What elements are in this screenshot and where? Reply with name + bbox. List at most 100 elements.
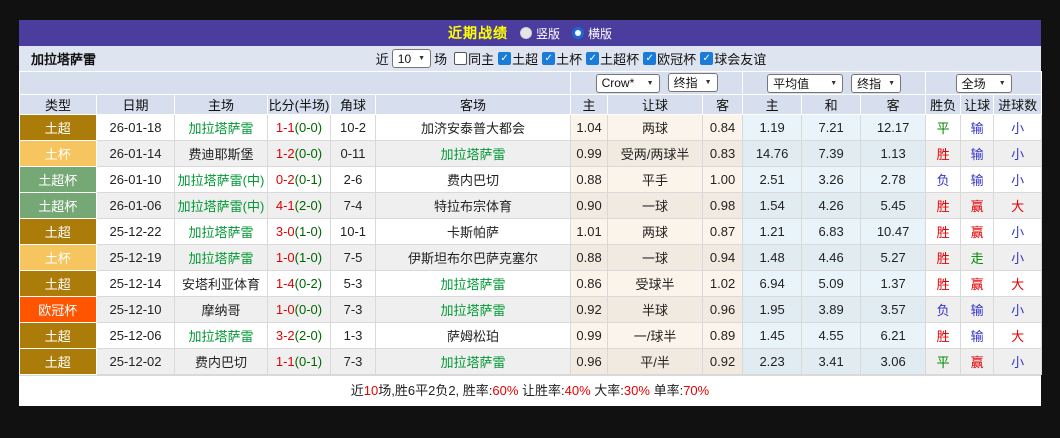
- checkbox-unchecked-icon[interactable]: [454, 52, 468, 65]
- handicap-stage-value: 终指: [673, 76, 698, 91]
- avg-home-odds: 1.45: [742, 322, 803, 349]
- away-team-link[interactable]: 特拉布宗体育: [375, 192, 572, 219]
- average-select[interactable]: 平均值 ▼: [767, 73, 844, 93]
- league-type-badge: 土杯: [19, 140, 97, 167]
- checkbox-checked-icon[interactable]: ✓: [586, 52, 600, 65]
- games-count-select[interactable]: 10 ▼: [391, 49, 432, 68]
- avg-draw-odds: 3.89: [801, 296, 862, 323]
- filter-checkbox-土杯[interactable]: ✓ 土杯: [542, 49, 582, 68]
- home-team-link[interactable]: 费内巴切: [174, 348, 268, 375]
- handicap-away-odds: 0.87: [702, 218, 744, 245]
- handicap-line: 两球: [607, 218, 704, 245]
- handicap-result: 赢: [960, 192, 995, 219]
- away-team-link[interactable]: 加济安泰普大都会: [375, 114, 572, 141]
- handicap-away-odds: 0.94: [702, 244, 744, 271]
- goals-result: 小: [993, 348, 1043, 375]
- avg-home-odds: 6.94: [742, 270, 803, 297]
- score-cell: 1-0(1-0): [267, 244, 331, 271]
- checkbox-checked-icon[interactable]: ✓: [700, 52, 714, 65]
- handicap-line: 半球: [607, 296, 704, 323]
- league-type-badge: 土超杯: [19, 192, 97, 219]
- score-cell: 1-1(0-0): [267, 114, 331, 141]
- checkbox-checked-icon[interactable]: ✓: [498, 52, 512, 65]
- home-team-link[interactable]: 摩纳哥: [174, 296, 268, 323]
- away-team-link[interactable]: 伊斯坦布尔巴萨克塞尔: [375, 244, 572, 271]
- home-team-link[interactable]: 加拉塔萨雷: [174, 218, 268, 245]
- radio-checked-icon[interactable]: [572, 27, 584, 39]
- chevron-down-icon: ▼: [998, 79, 1006, 87]
- bookmaker-select[interactable]: Crow* ▼: [595, 73, 660, 93]
- scope-select[interactable]: 全场 ▼: [955, 73, 1012, 93]
- header-handicap-line: 让球: [607, 94, 704, 115]
- average-select-value: 平均值: [773, 76, 810, 91]
- full-time-score: 1-1: [275, 354, 295, 369]
- full-time-score: 1-4: [275, 276, 295, 291]
- corner-count: 0-11: [330, 140, 376, 167]
- full-time-score: 4-1: [275, 198, 295, 213]
- avg-home-odds: 1.19: [742, 114, 803, 141]
- header-avg-away: 客: [860, 94, 927, 115]
- avg-away-odds: 12.17: [860, 114, 927, 141]
- home-team-link[interactable]: 加拉塔萨雷: [174, 322, 268, 349]
- away-team-link[interactable]: 萨姆松珀: [375, 322, 572, 349]
- handicap-stage-select[interactable]: 终指 ▼: [667, 73, 718, 93]
- header-avg-draw: 和: [801, 94, 862, 115]
- filter-checkbox-欧冠杯[interactable]: ✓ 欧冠杯: [643, 49, 696, 68]
- handicap-away-odds: 0.83: [702, 140, 744, 167]
- checkbox-checked-icon[interactable]: ✓: [643, 52, 657, 65]
- handicap-line: 受两/两球半: [607, 140, 704, 167]
- goals-result: 小: [993, 114, 1043, 141]
- header-score: 比分(半场): [267, 94, 331, 115]
- chevron-down-icon: ▼: [418, 55, 426, 62]
- avg-draw-odds: 5.09: [801, 270, 862, 297]
- page-title: 近期战绩: [447, 25, 508, 41]
- match-date: 25-12-22: [96, 218, 175, 245]
- handicap-line: 一球: [607, 192, 704, 219]
- filter-checkbox-土超杯[interactable]: ✓ 土超杯: [586, 49, 639, 68]
- corner-count: 7-3: [330, 348, 376, 375]
- avg-home-odds: 1.54: [742, 192, 803, 219]
- outcome-result: 胜: [925, 270, 962, 297]
- away-team-link[interactable]: 加拉塔萨雷: [375, 270, 572, 297]
- header-handicap-home: 主: [570, 94, 609, 115]
- handicap-home-odds: 0.86: [570, 270, 609, 297]
- away-team-link[interactable]: 加拉塔萨雷: [375, 140, 572, 167]
- handicap-selector-group: Crow* ▼ 终指 ▼: [570, 71, 744, 95]
- outcome-result: 负: [925, 296, 962, 323]
- average-stage-select[interactable]: 终指 ▼: [851, 73, 902, 93]
- score-cell: 1-4(0-2): [267, 270, 331, 297]
- filter-checkbox-label: 同主: [468, 52, 495, 67]
- away-team-link[interactable]: 加拉塔萨雷: [375, 296, 572, 323]
- home-team-link[interactable]: 加拉塔萨雷: [174, 114, 268, 141]
- home-team-link[interactable]: 加拉塔萨雷(中): [174, 166, 268, 193]
- match-row: 土超 25-12-14 安塔利亚体育 1-4(0-2) 5-3 加拉塔萨雷 0.…: [19, 270, 1043, 297]
- layout-radio-horizontal[interactable]: 横版: [572, 25, 612, 42]
- header-handicap-away: 客: [702, 94, 744, 115]
- filter-checkbox-球会友谊[interactable]: ✓ 球会友谊: [700, 49, 766, 68]
- match-date: 25-12-10: [96, 296, 175, 323]
- header-date: 日期: [96, 94, 175, 115]
- avg-away-odds: 6.21: [860, 322, 927, 349]
- away-team-link[interactable]: 费内巴切: [375, 166, 572, 193]
- layout-radio-vertical[interactable]: 竖版: [519, 25, 560, 42]
- filter-checkbox-同主[interactable]: 同主: [454, 49, 494, 68]
- home-team-link[interactable]: 加拉塔萨雷: [174, 244, 268, 271]
- filter-checkbox-土超[interactable]: ✓ 土超: [498, 49, 538, 68]
- avg-draw-odds: 6.83: [801, 218, 862, 245]
- home-team-link[interactable]: 加拉塔萨雷(中): [174, 192, 268, 219]
- home-team-link[interactable]: 安塔利亚体育: [174, 270, 268, 297]
- league-type-badge: 欧冠杯: [19, 296, 97, 323]
- average-selector-group: 平均值 ▼ 终指 ▼: [742, 71, 927, 95]
- home-team-link[interactable]: 费迪耶斯堡: [174, 140, 268, 167]
- away-team-link[interactable]: 卡斯帕萨: [375, 218, 572, 245]
- near-label: 近: [375, 52, 389, 67]
- match-date: 25-12-02: [96, 348, 175, 375]
- radio-unchecked-icon[interactable]: [519, 27, 532, 39]
- header-outcome: 胜负: [925, 94, 962, 115]
- checkbox-checked-icon[interactable]: ✓: [542, 52, 556, 65]
- half-time-score: (0-1): [294, 172, 323, 187]
- corner-count: 7-5: [330, 244, 376, 271]
- avg-away-odds: 2.78: [860, 166, 927, 193]
- away-team-link[interactable]: 加拉塔萨雷: [375, 348, 572, 375]
- avg-home-odds: 1.21: [742, 218, 803, 245]
